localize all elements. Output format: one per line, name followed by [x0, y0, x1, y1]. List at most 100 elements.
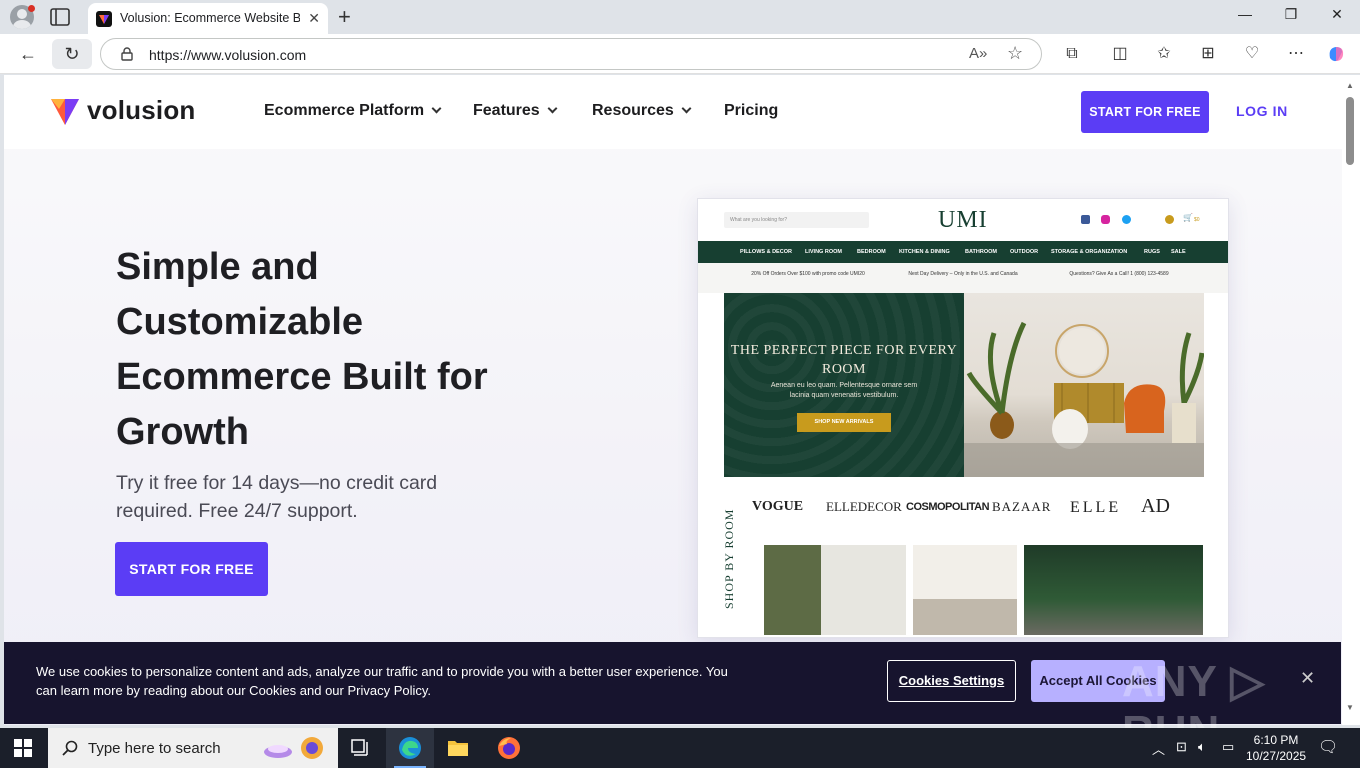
volume-icon[interactable]: 🔈︎	[1198, 739, 1206, 755]
task-view-icon[interactable]	[338, 728, 386, 768]
start-for-free-button[interactable]: START FOR FREE	[1081, 91, 1209, 133]
url-bar[interactable]: https://www.volusion.com A» ☆	[100, 38, 1042, 70]
cookies-settings-button[interactable]: Cookies Settings	[887, 660, 1016, 702]
back-icon[interactable]: ←	[16, 42, 40, 66]
scrollbar-thumb[interactable]	[1346, 97, 1354, 165]
nav-resources[interactable]: Resources	[592, 102, 692, 120]
cart-icon: 🛒	[1183, 213, 1193, 222]
windows-start-icon[interactable]	[14, 739, 32, 757]
volusion-favicon-icon	[96, 11, 112, 27]
room-photo-living	[764, 545, 906, 635]
file-explorer-icon[interactable]	[434, 728, 482, 768]
mockup-banner-text: Aenean eu leo quam. Pellentesque ornare …	[770, 382, 918, 399]
press-logo-elle: ELLE	[1070, 499, 1122, 516]
press-logo-ad: AD	[1141, 495, 1170, 517]
shop-by-room-label: SHOP BY ROOM	[722, 508, 736, 609]
network-icon[interactable]: ⊡	[1176, 739, 1187, 755]
copilot-icon[interactable]	[1326, 44, 1346, 64]
press-logo-cosmopolitan: COSMOPOLITAN	[906, 501, 990, 513]
taskbar-clock[interactable]: 6:10 PM 10/27/2025	[1246, 732, 1306, 764]
notifications-icon[interactable]: 🗨︎	[1318, 737, 1338, 757]
favorite-star-icon[interactable]: ☆	[1007, 43, 1023, 64]
tab-actions-icon[interactable]	[50, 8, 70, 26]
address-toolbar: ← ↻ https://www.volusion.com A» ☆ ⧉ ◫ ✩ …	[0, 34, 1360, 74]
mockup-living-room-photo	[964, 293, 1204, 477]
chevron-down-icon	[431, 103, 442, 114]
volusion-logo-icon[interactable]	[51, 97, 79, 127]
logo-text[interactable]: volusion	[87, 95, 196, 126]
read-aloud-icon[interactable]: A»	[969, 45, 987, 62]
url-text[interactable]: https://www.volusion.com	[149, 47, 306, 63]
collections-icon[interactable]: ⊞	[1198, 44, 1218, 64]
browser-tab-bar: Volusion: Ecommerce Website Bui ✕ + — ❐ …	[0, 0, 1360, 34]
scroll-up-icon[interactable]: ▲	[1346, 81, 1354, 90]
cookie-banner: We use cookies to personalize content an…	[4, 642, 1341, 756]
room-photo-bedroom	[913, 545, 1017, 635]
mockup-nav-item: LIVING ROOM	[805, 249, 842, 255]
nav-label: Resources	[592, 102, 674, 119]
nav-features[interactable]: Features	[473, 102, 558, 120]
reload-button[interactable]: ↻	[52, 39, 92, 69]
mockup-promo-strip: 20% Off Orders Over $100 with promo code…	[698, 263, 1228, 293]
mockup-nav-item: RUGS	[1144, 249, 1160, 255]
mockup-logo: UMI	[938, 207, 988, 233]
taskbar-search-placeholder: Type here to search	[88, 740, 221, 757]
mockup-nav-item: OUTDOOR	[1010, 249, 1039, 255]
press-logo-vogue: VOGUE	[752, 499, 804, 514]
chevron-down-icon	[681, 103, 692, 114]
page-scrollbar[interactable]: ▲ ▼	[1342, 75, 1360, 725]
login-link[interactable]: LOG IN	[1236, 103, 1288, 119]
mockup-nav-item: STORAGE & ORGANIZATION	[1051, 249, 1128, 255]
restore-icon[interactable]: ❐	[1268, 6, 1314, 23]
show-hidden-icons[interactable]: ︿	[1152, 739, 1165, 758]
storefront-mockup: What are you looking for? UMI 🛒 $0 PILLO…	[697, 198, 1229, 638]
extensions-icon[interactable]: ⧉	[1062, 44, 1082, 64]
minimize-icon[interactable]: —	[1222, 6, 1268, 22]
edge-taskbar-icon[interactable]	[386, 728, 434, 768]
hero-title: Simple and Customizable Ecommerce Built …	[116, 246, 488, 453]
nav-ecommerce-platform[interactable]: Ecommerce Platform	[264, 102, 442, 120]
notification-dot	[28, 5, 35, 12]
account-icon	[1165, 215, 1174, 224]
hero-subtitle: Try it free for 14 days—no credit card r…	[116, 472, 438, 522]
mockup-promo: 20% Off Orders Over $100 with promo code…	[751, 271, 865, 277]
close-icon[interactable]: ✕	[1300, 668, 1315, 689]
scroll-down-icon[interactable]: ▼	[1346, 703, 1354, 712]
instagram-icon	[1101, 215, 1110, 224]
mockup-promo: Questions? Give As a Call! 1 (800) 123-4…	[1069, 271, 1169, 277]
hero-start-for-free-button[interactable]: START FOR FREE	[115, 542, 268, 596]
display-icon[interactable]: ▭	[1222, 739, 1234, 755]
mockup-nav-item: SALE	[1171, 249, 1186, 255]
facebook-icon	[1081, 215, 1090, 224]
site-info-icon[interactable]	[121, 47, 133, 61]
mockup-nav-item: PILLOWS & DECOR	[740, 249, 792, 255]
clock-time: 6:10 PM	[1253, 733, 1299, 747]
more-menu-icon[interactable]: ⋯	[1286, 44, 1306, 64]
web-page: volusion Ecommerce Platform Features Res…	[4, 75, 1342, 725]
mockup-nav-item: KITCHEN & DINING	[899, 249, 950, 255]
new-tab-icon[interactable]: +	[338, 4, 351, 30]
cart-count: $0	[1194, 217, 1200, 223]
browser-essentials-icon[interactable]: ♡	[1242, 44, 1262, 64]
mockup-banner-button: SHOP NEW ARRIVALS	[797, 413, 891, 432]
mockup-search-field: What are you looking for?	[724, 212, 869, 228]
twitter-icon	[1122, 215, 1131, 224]
nav-label: Features	[473, 102, 540, 119]
active-tab[interactable]: Volusion: Ecommerce Website Bui ✕	[88, 3, 328, 34]
close-window-icon[interactable]: ✕	[1314, 6, 1360, 23]
search-icon	[62, 740, 78, 756]
reload-icon: ↻	[64, 44, 80, 64]
site-header: volusion Ecommerce Platform Features Res…	[4, 75, 1342, 149]
search-highlight-icon	[264, 737, 323, 759]
taskbar: Type here to search ︿ ⊡ 🔈︎ ▭ 6:10 PM 10/…	[0, 728, 1360, 768]
press-logo-elledecor: ELLEDECOR	[826, 499, 902, 514]
taskbar-search[interactable]: Type here to search	[48, 728, 338, 768]
mockup-nav-bar: PILLOWS & DECOR LIVING ROOM BEDROOM KITC…	[698, 241, 1228, 263]
tab-close-icon[interactable]: ✕	[308, 10, 320, 27]
nav-label: Ecommerce Platform	[264, 102, 425, 119]
nav-pricing[interactable]: Pricing	[724, 102, 778, 120]
favorites-icon[interactable]: ✩	[1154, 44, 1174, 64]
split-screen-icon[interactable]: ◫	[1110, 44, 1130, 64]
room-photo-outdoor	[1024, 545, 1203, 635]
firefox-icon[interactable]	[484, 728, 532, 768]
